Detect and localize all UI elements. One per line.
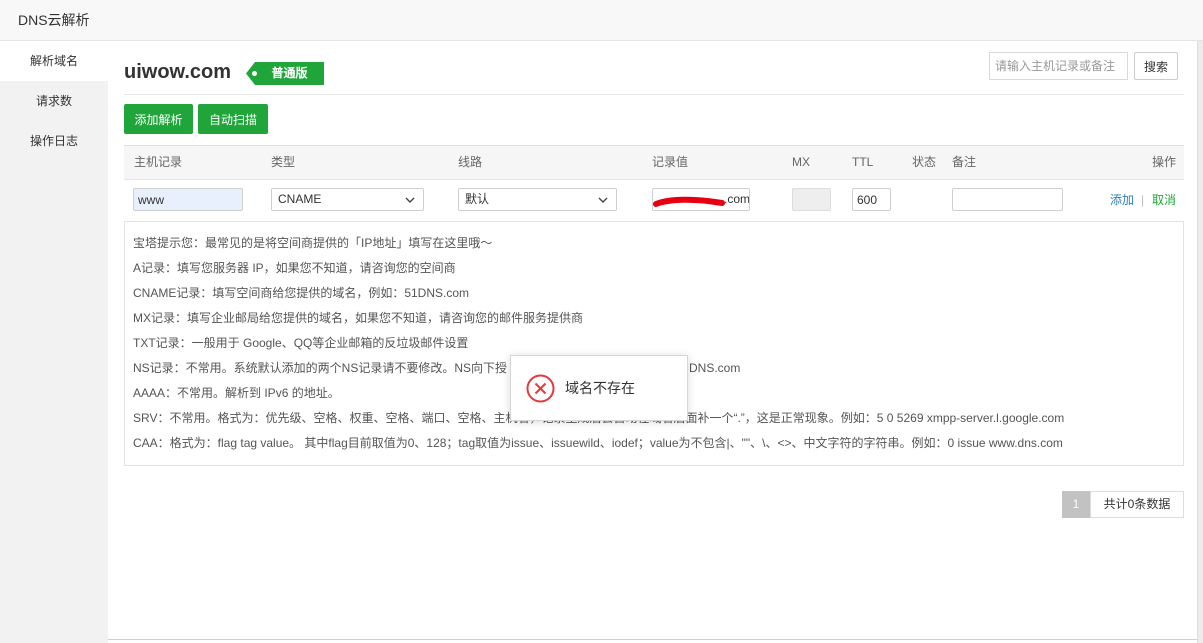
record-type-tips: 宝塔提示您：最常见的是将空间商提供的「IP地址」填写在这里哦～ A记录：填写您服… — [124, 221, 1184, 466]
sidebar-item-logs[interactable]: 操作日志 — [0, 121, 108, 161]
pagination-summary: 共计0条数据 — [1090, 491, 1184, 518]
column-header-status: 状态 — [912, 155, 937, 169]
tip-line: A记录：填写您服务器 IP，如果您不知道，请咨询您的空间商 — [133, 261, 456, 275]
tip-line: MX记录：填写企业邮局给您提供的域名，如果您不知道，请咨询您的邮件服务提供商 — [133, 311, 584, 325]
search-input[interactable] — [989, 52, 1128, 80]
ttl-input[interactable] — [852, 188, 891, 211]
record-value-visible-text: .com — [724, 192, 750, 206]
remark-input[interactable] — [952, 188, 1063, 211]
cancel-link[interactable]: 取消 — [1152, 191, 1176, 209]
line-select[interactable]: 默认 — [458, 188, 617, 211]
tip-line: TXT记录：一般用于 Google、QQ等企业邮箱的反垃圾邮件设置 — [133, 336, 469, 350]
error-toast: 域名不存在 — [510, 355, 688, 421]
pagination-current-page[interactable]: 1 — [1062, 491, 1090, 518]
confirm-add-link[interactable]: 添加 — [1110, 191, 1134, 209]
error-circle-x-icon — [526, 374, 555, 403]
host-record-input[interactable] — [133, 188, 243, 211]
column-header-host: 主机记录 — [134, 155, 183, 169]
column-header-remark: 备注 — [952, 155, 977, 169]
chevron-down-icon — [405, 197, 415, 203]
record-type-selected: CNAME — [278, 192, 322, 206]
tip-ns-visible-start: NS记录：不常用。系统默认添加的两个NS记录请不要修改。NS向下授 — [133, 361, 508, 375]
record-type-select[interactable]: CNAME — [271, 188, 424, 211]
edition-badge: 普通版 — [246, 62, 324, 85]
chevron-down-icon — [598, 197, 608, 203]
column-header-value: 记录值 — [652, 155, 689, 169]
tip-line: CNAME记录：填写空间商给您提供的域名，例如：51DNS.com — [133, 286, 470, 300]
sidebar: 解析域名 请求数 操作日志 — [0, 41, 108, 643]
scrollbar-track[interactable] — [1197, 41, 1203, 643]
action-separator: | — [1141, 193, 1145, 207]
edition-badge-label: 普通版 — [271, 66, 308, 80]
column-header-ttl: TTL — [852, 155, 874, 169]
column-header-mx: MX — [792, 155, 810, 169]
window-title: DNS云解析 — [18, 12, 90, 28]
header-divider — [124, 94, 1184, 95]
column-header-line: 线路 — [458, 155, 483, 169]
add-record-button[interactable]: 添加解析 — [124, 104, 193, 134]
sidebar-item-domains[interactable]: 解析域名 — [0, 41, 108, 81]
window-titlebar: DNS云解析 — [0, 0, 1203, 41]
toast-message: 域名不存在 — [565, 380, 635, 396]
auto-scan-button[interactable]: 自动扫描 — [198, 104, 268, 134]
tip-line: 宝塔提示您：最常见的是将空间商提供的「IP地址」填写在这里哦～ — [133, 236, 493, 250]
content-bottom-border — [108, 639, 1197, 640]
mx-priority-input — [792, 188, 831, 211]
domain-name: uiwow.com — [124, 61, 232, 83]
record-value-input[interactable]: .com — [652, 188, 750, 211]
table-header: 主机记录 类型 线路 记录值 MX TTL 状态 备注 操作 — [124, 145, 1184, 180]
column-header-type: 类型 — [271, 155, 296, 169]
column-header-actions: 操作 — [1151, 155, 1176, 169]
line-selected: 默认 — [465, 192, 490, 206]
tip-line: CAA：格式为：flag tag value。 其中flag目前取值为0、128… — [133, 436, 1063, 450]
sidebar-item-requests[interactable]: 请求数 — [0, 81, 108, 121]
tip-ns-visible-end: DNS.com — [689, 361, 741, 375]
search-button[interactable]: 搜索 — [1134, 52, 1178, 80]
